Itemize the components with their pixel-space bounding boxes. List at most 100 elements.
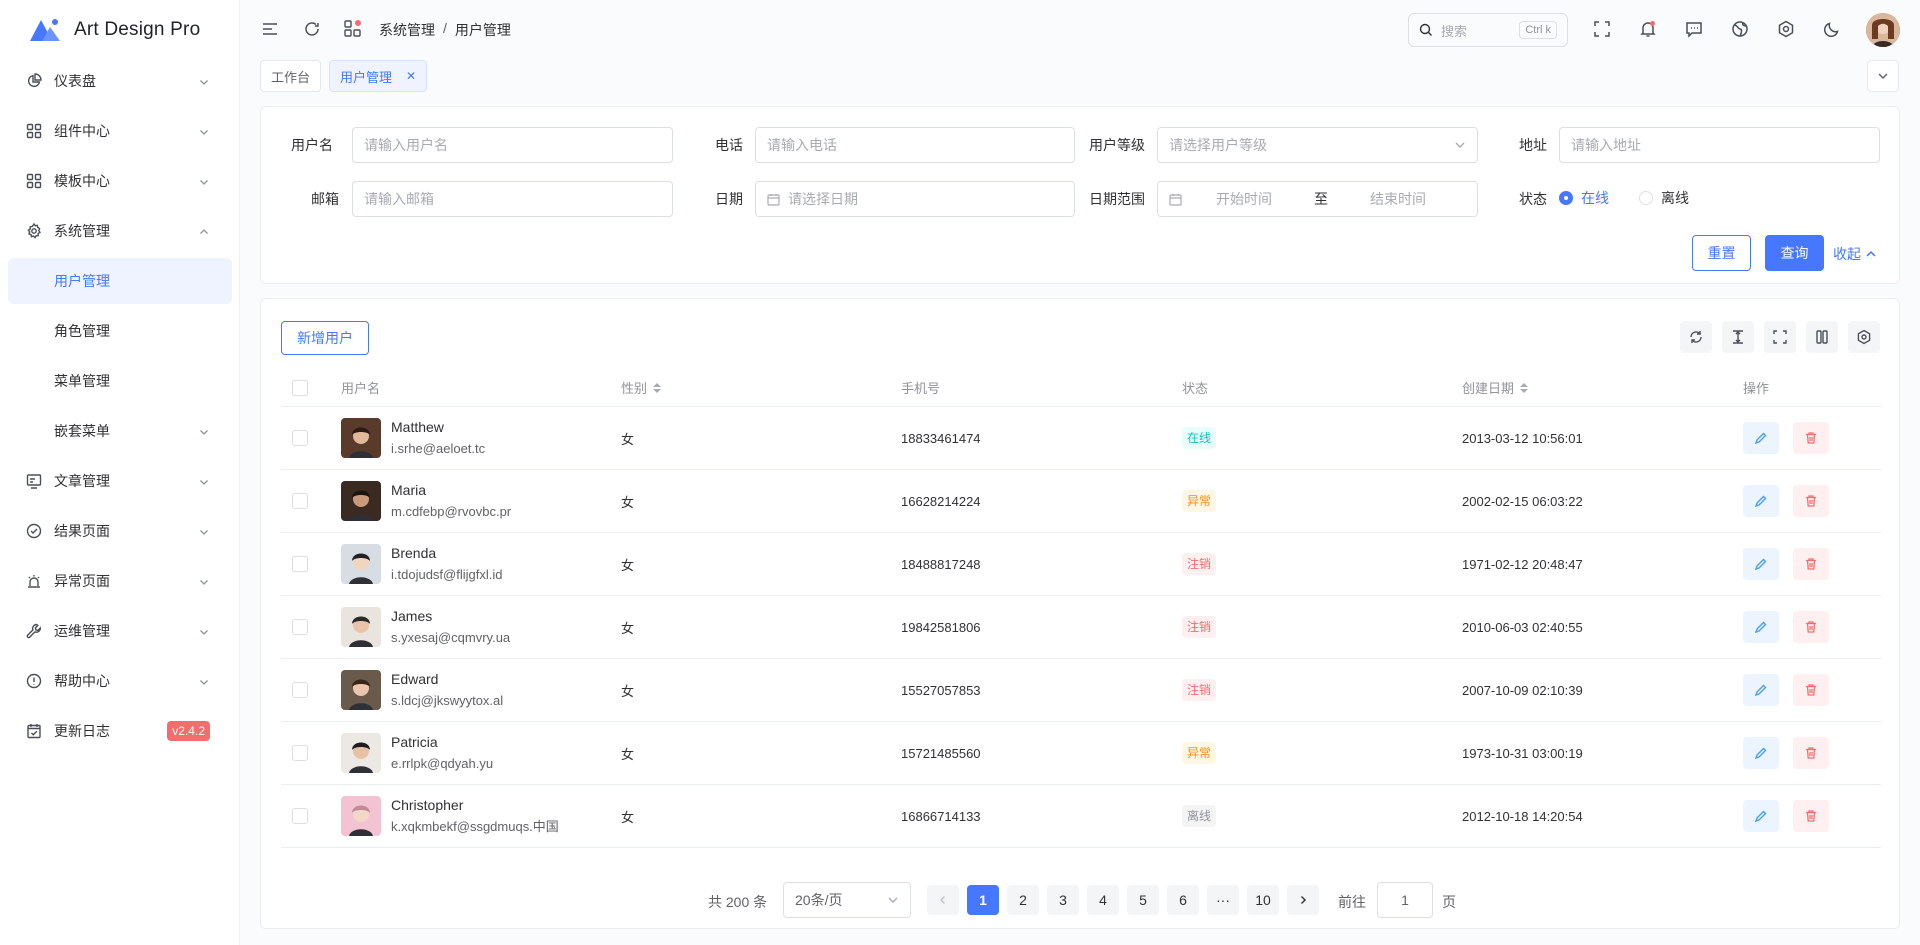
row-density-icon[interactable] — [1722, 321, 1754, 353]
collapse-button[interactable]: 收起 — [1833, 244, 1877, 264]
language-icon[interactable] — [1729, 18, 1751, 40]
close-icon[interactable]: ✕ — [406, 69, 416, 83]
sidebar-item-8[interactable]: 文章管理 — [8, 458, 232, 504]
created-date: 2010-06-03 02:40:55 — [1462, 619, 1583, 635]
edit-button[interactable] — [1743, 548, 1779, 580]
sidebar-item-0[interactable]: 仪表盘 — [8, 58, 232, 104]
date-picker[interactable]: 请选择日期 — [755, 181, 1075, 217]
chevron-down-icon — [198, 675, 210, 687]
page-button[interactable]: 10 — [1247, 885, 1279, 915]
sidebar-item-6[interactable]: 菜单管理 — [8, 358, 232, 404]
avatar — [341, 481, 381, 521]
reset-button[interactable]: 重置 — [1692, 235, 1751, 271]
settings-icon[interactable] — [1775, 18, 1797, 40]
page-button[interactable]: 5 — [1127, 885, 1159, 915]
table-settings-icon[interactable] — [1848, 321, 1880, 353]
sidebar-item-2[interactable]: 模板中心 — [8, 158, 232, 204]
sidebar-item-10[interactable]: 异常页面 — [8, 558, 232, 604]
user-avatar[interactable] — [1866, 13, 1900, 47]
chevron-left-icon — [940, 896, 945, 904]
columns-icon[interactable] — [1806, 321, 1838, 353]
prev-page-button[interactable] — [927, 885, 959, 915]
logo[interactable]: Art Design Pro — [28, 14, 200, 46]
add-user-button[interactable]: 新增用户 — [281, 321, 369, 355]
tabs-dropdown-button[interactable] — [1867, 60, 1899, 92]
page-button[interactable]: 6 — [1167, 885, 1199, 915]
page-button[interactable]: 4 — [1087, 885, 1119, 915]
delete-button[interactable] — [1793, 737, 1829, 769]
menu-fold-icon[interactable] — [259, 18, 281, 40]
sidebar-menu: 仪表盘 组件中心 模板中心 系统管理 用户管理 角色管理 菜单管理 嵌套菜单 文章管理 结果页面异… — [8, 58, 232, 758]
more-pages-button[interactable]: ··· — [1207, 885, 1239, 915]
row-checkbox[interactable] — [292, 556, 308, 572]
row-checkbox[interactable] — [292, 745, 308, 761]
user-name: Christopher — [391, 797, 464, 813]
edit-button[interactable] — [1743, 674, 1779, 706]
page-size-select[interactable]: 20条/页 — [783, 882, 911, 918]
level-select[interactable]: 请选择用户等级 — [1157, 127, 1478, 163]
sidebar-item-5[interactable]: 角色管理 — [8, 308, 232, 354]
goto-page-input[interactable]: 1 — [1377, 882, 1433, 918]
address-input[interactable]: 请输入地址 — [1559, 127, 1880, 163]
status-radio-offline[interactable]: 离线 — [1639, 188, 1689, 208]
dark-mode-icon[interactable] — [1821, 18, 1843, 40]
sidebar-item-4[interactable]: 用户管理 — [8, 258, 232, 304]
range-end-placeholder: 结束时间 — [1370, 191, 1426, 207]
column-header-created[interactable]: 创建日期 — [1462, 378, 1743, 397]
breadcrumb-item-system[interactable]: 系统管理 — [379, 20, 435, 40]
sidebar-item-3[interactable]: 系统管理 — [8, 208, 232, 254]
delete-button[interactable] — [1793, 800, 1829, 832]
row-checkbox[interactable] — [292, 430, 308, 446]
sidebar-item-7[interactable]: 嵌套菜单 — [8, 408, 232, 454]
user-name: Brenda — [391, 545, 437, 561]
column-header-gender[interactable]: 性别 — [621, 378, 901, 397]
tab-label: 工作台 — [271, 69, 311, 85]
status-radio-online[interactable]: 在线 — [1559, 188, 1609, 208]
page-button[interactable]: 2 — [1007, 885, 1039, 915]
delete-button[interactable] — [1793, 611, 1829, 643]
delete-button[interactable] — [1793, 674, 1829, 706]
edit-button[interactable] — [1743, 737, 1779, 769]
column-header-label: 创建日期 — [1462, 381, 1515, 396]
info-circle-icon — [25, 672, 43, 690]
sidebar: Art Design Pro 仪表盘 组件中心 模板中心 系统管理 用户管理 角色管理 菜单… — [0, 0, 240, 945]
edit-button[interactable] — [1743, 422, 1779, 454]
page-button[interactable]: 3 — [1047, 885, 1079, 915]
sidebar-item-12[interactable]: 帮助中心 — [8, 658, 232, 704]
query-button[interactable]: 查询 — [1765, 235, 1824, 271]
row-checkbox[interactable] — [292, 493, 308, 509]
select-all-checkbox[interactable] — [292, 379, 308, 396]
email-input[interactable]: 请输入邮箱 — [352, 181, 673, 217]
sidebar-item-1[interactable]: 组件中心 — [8, 108, 232, 154]
sidebar-item-11[interactable]: 运维管理 — [8, 608, 232, 654]
search-icon — [1419, 23, 1432, 36]
table-refresh-icon[interactable] — [1680, 321, 1712, 353]
phone-input[interactable]: 请输入电话 — [755, 127, 1075, 163]
bell-icon[interactable] — [1637, 18, 1659, 40]
search-input[interactable]: 搜索 Ctrl k — [1408, 13, 1568, 47]
delete-button[interactable] — [1793, 548, 1829, 580]
edit-button[interactable] — [1743, 611, 1779, 643]
page-button[interactable]: 1 — [967, 885, 999, 915]
sidebar-item-9[interactable]: 结果页面 — [8, 508, 232, 554]
refresh-icon[interactable] — [301, 18, 323, 40]
sidebar-item-13[interactable]: 更新日志 v2.4.2 — [8, 708, 232, 754]
tab-user-management[interactable]: 用户管理 ✕ — [329, 60, 428, 92]
edit-button[interactable] — [1743, 800, 1779, 832]
chat-icon[interactable] — [1683, 18, 1705, 40]
apps-icon[interactable] — [342, 18, 364, 40]
changelog-icon — [25, 722, 43, 740]
fullscreen-icon[interactable] — [1591, 18, 1613, 40]
next-page-button[interactable] — [1287, 885, 1319, 915]
delete-button[interactable] — [1793, 485, 1829, 517]
date-range-picker[interactable]: 开始时间 至 结束时间 — [1157, 181, 1478, 217]
row-checkbox[interactable] — [292, 619, 308, 635]
row-checkbox[interactable] — [292, 808, 308, 824]
edit-button[interactable] — [1743, 485, 1779, 517]
row-checkbox[interactable] — [292, 682, 308, 698]
table-fullscreen-icon[interactable] — [1764, 321, 1796, 353]
chevron-down-icon — [198, 475, 210, 487]
tab-workbench[interactable]: 工作台 — [260, 60, 322, 92]
delete-button[interactable] — [1793, 422, 1829, 454]
username-input[interactable]: 请输入用户名 — [352, 127, 673, 163]
